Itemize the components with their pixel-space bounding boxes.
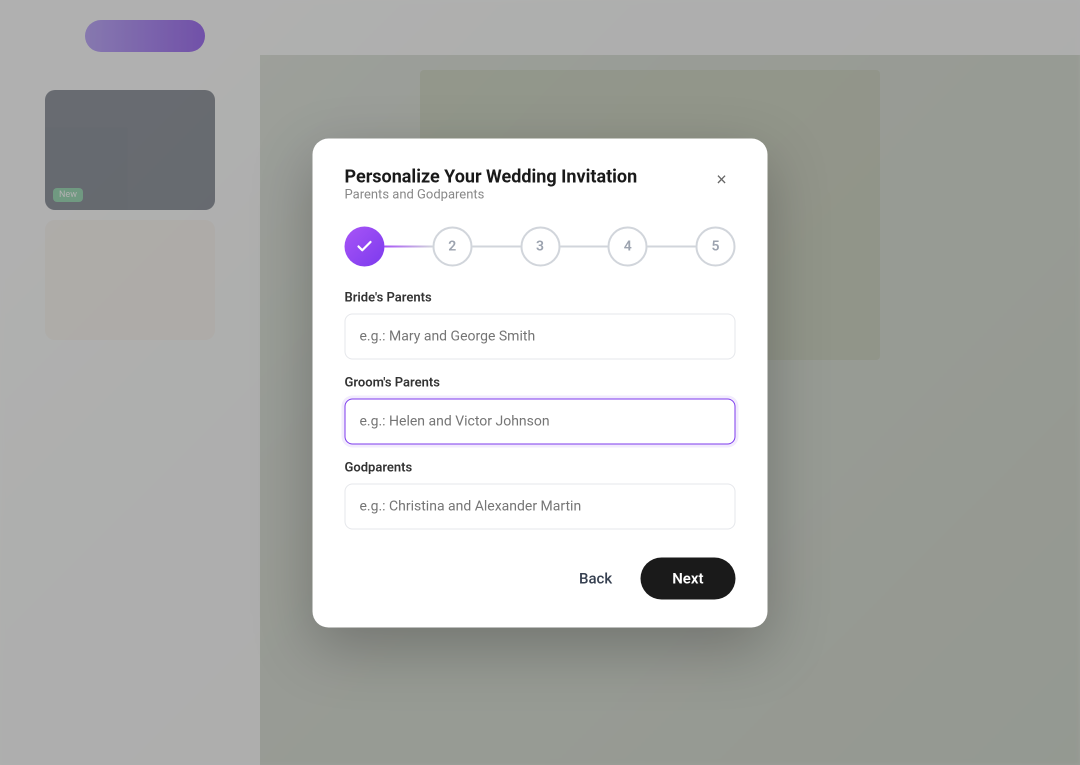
step-line-3-4 (560, 245, 608, 247)
personalize-modal: Personalize Your Wedding Invitation Pare… (313, 138, 768, 627)
step-1-circle[interactable] (345, 226, 385, 266)
steps-row: 2 3 4 5 (345, 226, 736, 266)
brides-parents-input[interactable] (345, 313, 736, 359)
close-button[interactable]: × (708, 166, 736, 194)
modal-header: Personalize Your Wedding Invitation Pare… (345, 166, 736, 222)
step-3-circle[interactable]: 3 (520, 226, 560, 266)
step-line-1-2 (385, 245, 433, 247)
step-2-circle[interactable]: 2 (432, 226, 472, 266)
modal-subtitle: Parents and Godparents (345, 187, 638, 202)
grooms-parents-input[interactable] (345, 398, 736, 444)
step-line-4-5 (648, 245, 696, 247)
modal-title-group: Personalize Your Wedding Invitation Pare… (345, 166, 638, 222)
next-button[interactable]: Next (640, 557, 735, 599)
modal-title: Personalize Your Wedding Invitation (345, 166, 638, 187)
step-4-circle[interactable]: 4 (608, 226, 648, 266)
modal-footer: Back Next (345, 557, 736, 599)
grooms-parents-label: Groom's Parents (345, 375, 736, 390)
back-button[interactable]: Back (563, 559, 628, 597)
godparents-label: Godparents (345, 460, 736, 475)
step-5-circle[interactable]: 5 (696, 226, 736, 266)
step-line-2-3 (472, 245, 520, 247)
brides-parents-label: Bride's Parents (345, 290, 736, 305)
godparents-input[interactable] (345, 483, 736, 529)
